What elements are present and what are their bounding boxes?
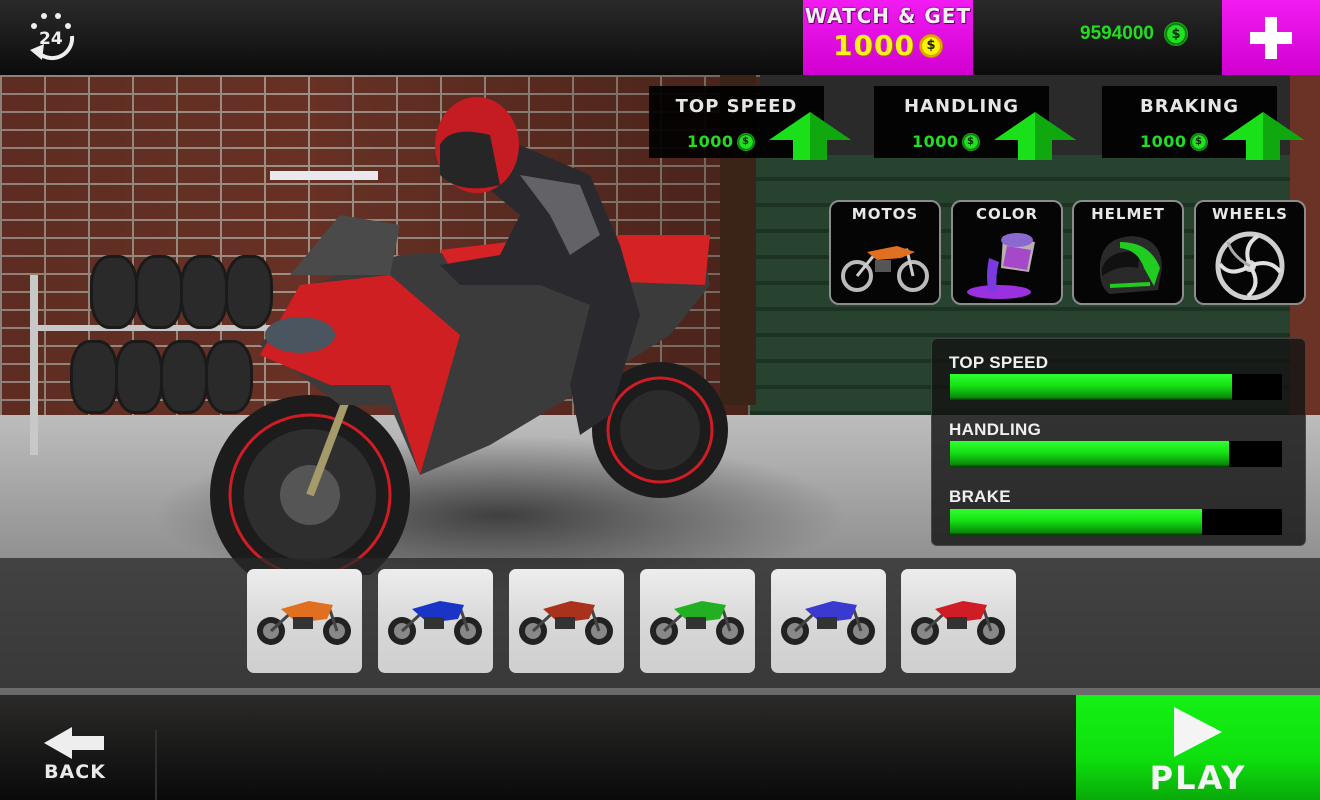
- motorcycle-icon: [519, 601, 613, 645]
- 24h-refresh-icon: 24: [30, 13, 75, 61]
- motorcycle-icon: [781, 601, 875, 645]
- arrow-up-icon: [994, 112, 1076, 160]
- coin-balance: 9594000 $: [1080, 22, 1188, 46]
- upgrade-handling-button[interactable]: HANDLING 1000 $: [874, 86, 1084, 162]
- watch-reward-amount: 1000: [833, 29, 915, 62]
- green-coin-icon: $: [961, 132, 980, 151]
- watch-amount-row: 1000 $: [803, 29, 973, 62]
- svg-text:24: 24: [39, 29, 63, 49]
- back-label: BACK: [44, 761, 106, 783]
- stat-bar-fill: [950, 509, 1203, 535]
- helmet-icon: [1099, 236, 1162, 294]
- back-button[interactable]: BACK: [0, 695, 155, 800]
- bike-card-sport-bike-red[interactable]: [901, 569, 1016, 673]
- category-label: COLOR: [975, 205, 1039, 223]
- upgrade-braking-button[interactable]: BRAKING 1000 $: [1102, 86, 1312, 162]
- daily-reward-button[interactable]: 24: [22, 6, 82, 64]
- upgrade-price-value: 1000: [687, 132, 734, 151]
- dirt-bike-icon: [841, 246, 929, 292]
- stat-label-brake: BRAKE: [949, 487, 1011, 506]
- motorcycle-icon: [650, 601, 744, 645]
- category-motos-button[interactable]: MOTOS: [829, 200, 941, 305]
- category-label: HELMET: [1091, 205, 1165, 223]
- watch-ad-reward-button[interactable]: WATCH & GET 1000 $: [803, 0, 973, 75]
- upgrade-price: 1000 $: [1140, 132, 1208, 151]
- category-label: WHEELS: [1212, 205, 1288, 223]
- bike-card-sport-bike-green[interactable]: [640, 569, 755, 673]
- category-label: MOTOS: [851, 205, 919, 223]
- bike-stats-panel: TOP SPEED HANDLING BRAKE: [931, 338, 1306, 546]
- category-helmet-button[interactable]: HELMET: [1072, 200, 1184, 305]
- upgrade-price-value: 1000: [912, 132, 959, 151]
- wheel-rim-icon: [1215, 231, 1285, 300]
- stat-bar-brake: [950, 509, 1282, 535]
- upgrade-price: 1000 $: [687, 132, 755, 151]
- play-label: PLAY: [1149, 759, 1247, 797]
- green-coin-icon: $: [1163, 22, 1188, 46]
- gold-coin-icon: $: [918, 33, 943, 58]
- bike-card-sport-bike-blue[interactable]: [378, 569, 493, 673]
- stat-bar-top-speed: [950, 374, 1282, 400]
- stat-bar-fill: [950, 374, 1233, 400]
- bike-card-dirt-bike[interactable]: [247, 569, 362, 673]
- divider: [155, 730, 157, 800]
- motorcycle-icon: [911, 601, 1005, 645]
- bike-card-cruiser-red[interactable]: [509, 569, 624, 673]
- play-icon: [1174, 707, 1222, 757]
- tire: [115, 340, 163, 414]
- plus-icon: [1250, 16, 1292, 59]
- category-color-button[interactable]: COLOR: [951, 200, 1063, 305]
- category-wheels-button[interactable]: WHEELS: [1194, 200, 1306, 305]
- arrow-up-icon: [769, 112, 851, 160]
- green-coin-icon: $: [1189, 132, 1208, 151]
- tire: [90, 255, 138, 329]
- stat-bar-fill: [950, 441, 1229, 467]
- balance-value: 9594000: [1080, 23, 1154, 44]
- paint-bucket-icon: [967, 233, 1035, 299]
- stat-bar-handling: [950, 441, 1282, 467]
- play-button[interactable]: PLAY: [1076, 695, 1320, 800]
- green-coin-icon: $: [736, 132, 755, 151]
- upgrade-price-value: 1000: [1140, 132, 1187, 151]
- rack-post: [30, 275, 38, 455]
- add-coins-button[interactable]: [1222, 0, 1320, 75]
- upgrade-top-speed-button[interactable]: TOP SPEED 1000 $: [649, 86, 859, 162]
- tire: [135, 255, 183, 329]
- arrow-up-icon: [1222, 112, 1304, 160]
- motorcycle-icon: [257, 601, 351, 645]
- motorcycle-icon: [388, 601, 482, 645]
- arrow-left-icon: [44, 727, 104, 759]
- upgrade-price: 1000 $: [912, 132, 980, 151]
- stat-label-handling: HANDLING: [949, 420, 1042, 439]
- stat-label-top-speed: TOP SPEED: [949, 353, 1049, 372]
- watch-title: WATCH & GET: [804, 4, 972, 28]
- tire: [70, 340, 118, 414]
- bike-card-cruiser-blue[interactable]: [771, 569, 886, 673]
